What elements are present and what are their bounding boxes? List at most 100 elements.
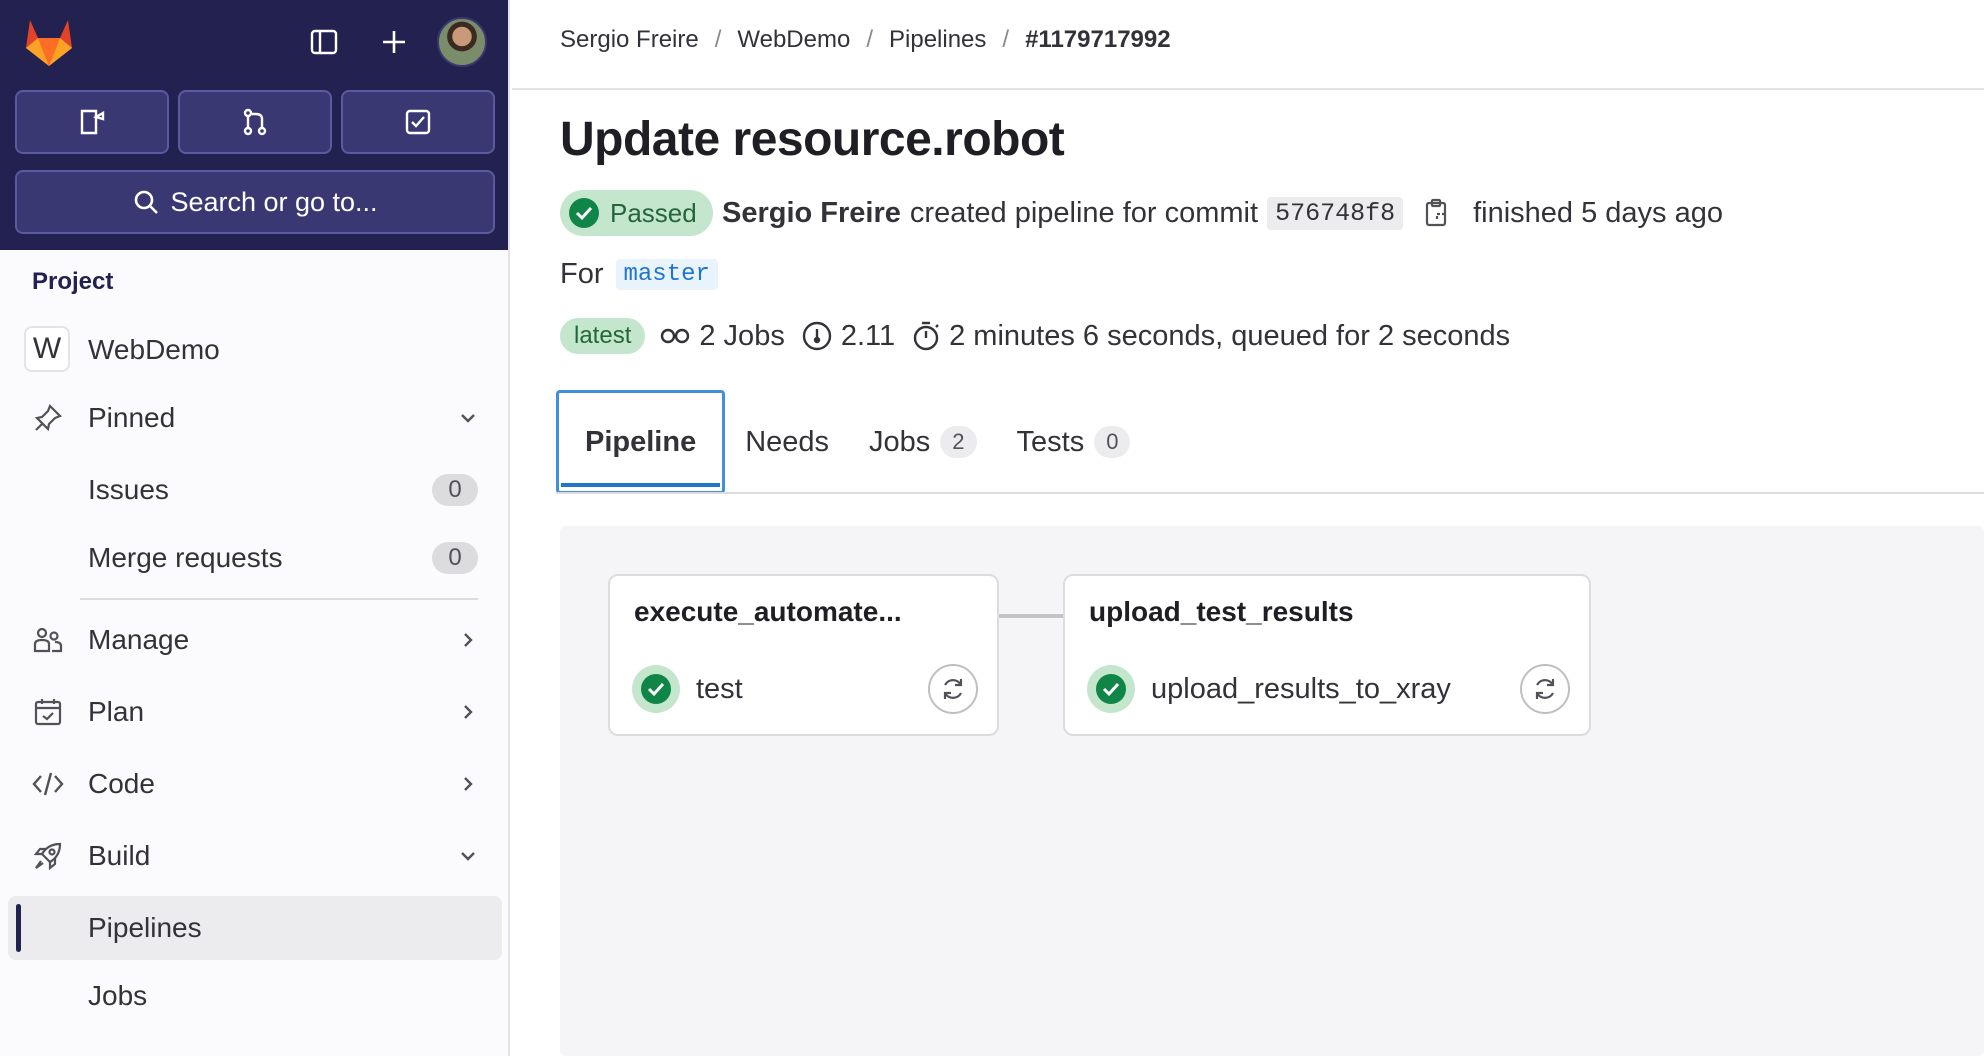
tab-pipeline[interactable]: Pipeline bbox=[556, 390, 726, 494]
chevron-down-icon bbox=[456, 406, 480, 430]
breadcrumb: Sergio Freire / WebDemo / Pipelines / #1… bbox=[560, 26, 1171, 54]
pipeline-meta: Sergio Freire created pipeline for commi… bbox=[722, 190, 1723, 236]
sidebar-item-jobs[interactable]: Jobs bbox=[8, 964, 502, 1028]
sidebar-item-label: Build bbox=[88, 840, 151, 871]
duration-stat: 2 minutes 6 seconds, queued for 2 second… bbox=[911, 320, 1510, 353]
stage-connector bbox=[999, 614, 1063, 618]
retry-button[interactable] bbox=[1520, 664, 1570, 714]
sidebar-item-label: Merge requests bbox=[88, 542, 283, 573]
section-label-project: Project bbox=[32, 268, 114, 295]
sidebar-toggle-icon[interactable] bbox=[302, 20, 346, 64]
sidebar-item-build[interactable]: Build bbox=[8, 824, 502, 888]
created-text: created pipeline for commit bbox=[909, 196, 1259, 229]
tab-label: Tests bbox=[1016, 425, 1085, 458]
search-button[interactable]: Search or go to... bbox=[15, 170, 495, 234]
header-divider bbox=[512, 88, 1984, 90]
sidebar-item-issues[interactable]: Issues 0 bbox=[8, 458, 502, 522]
sidebar-divider bbox=[80, 598, 478, 600]
author-link[interactable]: Sergio Freire bbox=[722, 197, 901, 230]
sidebar-item-label: Code bbox=[88, 768, 155, 799]
page-title: Update resource.robot bbox=[560, 113, 1065, 166]
tab-tests[interactable]: Tests 0 bbox=[997, 390, 1151, 494]
tabs-divider bbox=[556, 492, 1984, 494]
search-label: Search or go to... bbox=[170, 186, 378, 217]
count-badge: 0 bbox=[432, 542, 478, 574]
sidebar-item-label: Pinned bbox=[88, 402, 176, 433]
stage-card: execute_automate... test bbox=[608, 574, 999, 736]
tab-jobs[interactable]: Jobs 2 bbox=[849, 390, 997, 494]
count-badge: 0 bbox=[432, 474, 478, 506]
project-link-webdemo[interactable]: WebDemo bbox=[8, 318, 502, 382]
gitlab-logo-icon[interactable] bbox=[22, 16, 76, 68]
tab-label: Jobs bbox=[869, 425, 931, 458]
dashboard-icon bbox=[802, 321, 832, 351]
status-success-icon bbox=[632, 665, 680, 713]
breadcrumb-project[interactable]: WebDemo bbox=[737, 26, 850, 54]
plus-icon[interactable] bbox=[372, 20, 416, 64]
chevron-right-icon bbox=[456, 772, 480, 796]
pipeline-jobs-icon bbox=[661, 328, 690, 344]
merge-requests-shortcut-button[interactable] bbox=[178, 90, 332, 154]
retry-icon bbox=[943, 679, 963, 699]
stage-card: upload_test_results upload_results_to_xr… bbox=[1063, 574, 1591, 736]
project-avatar: W bbox=[24, 326, 70, 372]
pin-icon bbox=[30, 400, 66, 436]
compute-value: 2.11 bbox=[840, 319, 896, 352]
sidebar-item-merge-requests[interactable]: Merge requests 0 bbox=[8, 526, 502, 590]
job-name: upload_results_to_xray bbox=[1151, 672, 1451, 705]
tab-label: Pipeline bbox=[585, 425, 697, 458]
chevron-right-icon bbox=[456, 628, 480, 652]
users-icon bbox=[30, 622, 66, 658]
compute-stat: 2.11 bbox=[801, 320, 895, 353]
main-content: Sergio Freire / WebDemo / Pipelines / #1… bbox=[512, 0, 1984, 1056]
status-badge[interactable]: Passed bbox=[560, 190, 713, 236]
commit-sha[interactable]: 576748f8 bbox=[1267, 196, 1404, 230]
sidebar: Search or go to... Project WebDemo W Pin… bbox=[0, 0, 510, 1056]
user-avatar[interactable] bbox=[437, 17, 487, 67]
copy-clipboard-icon[interactable] bbox=[1421, 197, 1453, 229]
breadcrumb-separator: / bbox=[866, 26, 873, 53]
sidebar-item-label: Manage bbox=[88, 624, 190, 655]
sidebar-item-label: Jobs bbox=[88, 980, 148, 1011]
sidebar-item-pipelines[interactable]: Pipelines bbox=[8, 896, 502, 960]
latest-badge: latest bbox=[560, 318, 646, 354]
rocket-icon bbox=[30, 838, 66, 874]
tab-count-badge: 2 bbox=[940, 426, 977, 458]
breadcrumb-user[interactable]: Sergio Freire bbox=[560, 26, 699, 54]
sidebar-item-label: Plan bbox=[88, 696, 145, 727]
breadcrumb-separator: / bbox=[1002, 26, 1010, 53]
sidebar-item-pinned[interactable]: Pinned bbox=[8, 386, 502, 450]
todo-checkbox-icon bbox=[405, 109, 431, 135]
issue-icon bbox=[80, 109, 105, 135]
for-label: For bbox=[560, 258, 604, 290]
sidebar-item-label: Issues bbox=[88, 474, 169, 505]
search-icon bbox=[135, 190, 159, 214]
tab-label: Needs bbox=[745, 425, 830, 458]
retry-button[interactable] bbox=[928, 664, 978, 714]
sidebar-item-code[interactable]: Code bbox=[8, 752, 502, 816]
chevron-down-icon bbox=[456, 844, 480, 868]
retry-icon bbox=[1535, 679, 1555, 699]
sidebar-item-label: Pipelines bbox=[88, 912, 202, 943]
breadcrumb-pipelines[interactable]: Pipelines bbox=[889, 26, 986, 54]
job-item[interactable]: upload_results_to_xray bbox=[1087, 664, 1451, 714]
tab-needs[interactable]: Needs bbox=[725, 390, 849, 494]
branch-line: For master bbox=[560, 258, 718, 291]
job-name: test bbox=[696, 672, 743, 705]
pipeline-graph: execute_automate... test upload_test_res… bbox=[560, 526, 1984, 1056]
sidebar-item-plan[interactable]: Plan bbox=[8, 680, 502, 744]
pipeline-stats: latest 2 Jobs 2.11 2 minutes 6 seconds, … bbox=[560, 316, 1526, 356]
timer-icon bbox=[913, 321, 939, 351]
code-icon bbox=[30, 766, 66, 802]
calendar-icon bbox=[30, 694, 66, 730]
pipeline-tabs: Pipeline Needs Jobs 2 Tests 0 bbox=[556, 390, 1150, 494]
duration-value: 2 minutes 6 seconds, queued for 2 second… bbox=[949, 319, 1511, 352]
sidebar-item-manage[interactable]: Manage bbox=[8, 608, 502, 672]
branch-link[interactable]: master bbox=[615, 259, 718, 290]
job-item[interactable]: test bbox=[632, 664, 743, 714]
status-success-icon bbox=[1087, 665, 1135, 713]
todos-shortcut-button[interactable] bbox=[341, 90, 495, 154]
issues-shortcut-button[interactable] bbox=[15, 90, 169, 154]
breadcrumb-pipeline-id[interactable]: #1179717992 bbox=[1025, 26, 1171, 54]
chevron-right-icon bbox=[456, 700, 480, 724]
